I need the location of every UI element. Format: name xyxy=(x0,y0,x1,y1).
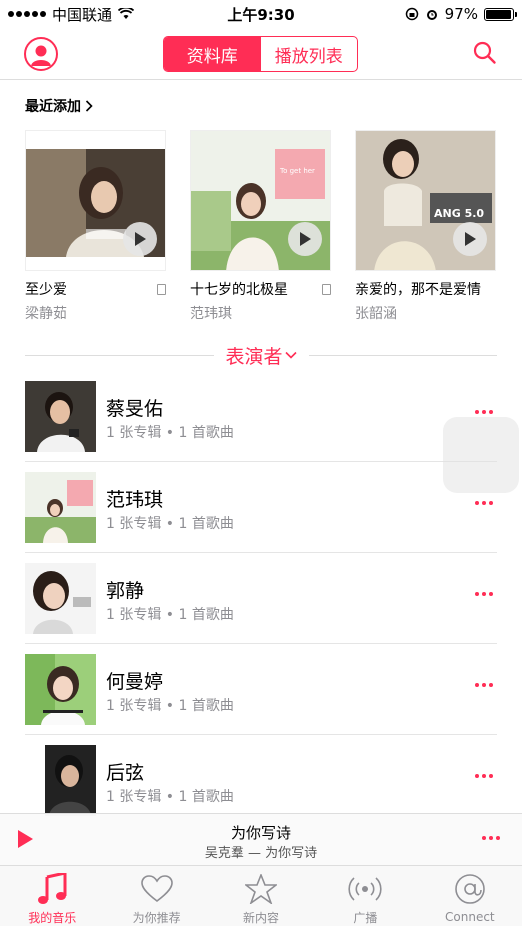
play-album-button[interactable] xyxy=(453,222,487,256)
search-icon xyxy=(473,41,496,64)
status-bar: 中国联通 上午9:30 97% xyxy=(0,0,522,28)
downloaded-icon xyxy=(322,283,331,295)
wifi-icon xyxy=(118,8,135,19)
artist-meta: 1 张专辑 • 1 首歌曲 xyxy=(106,789,234,805)
artist-thumbnail xyxy=(25,654,96,725)
battery-percent: 97% xyxy=(444,5,478,23)
chevron-right-icon xyxy=(85,100,93,112)
artist-thumbnail xyxy=(25,563,96,634)
tab-my-music[interactable]: 我的音乐 xyxy=(0,866,104,926)
search-button[interactable] xyxy=(472,40,498,66)
artist-meta: 1 张专辑 • 1 首歌曲 xyxy=(106,607,234,623)
tab-label: 新内容 xyxy=(243,911,280,925)
album-artist: 梁静茹 xyxy=(25,306,67,322)
chevron-down-icon xyxy=(284,351,297,359)
tab-for-you[interactable]: 为你推荐 xyxy=(104,866,208,926)
tab-label: Connect xyxy=(445,910,495,924)
album-card[interactable]: 至少爱 梁静茹 xyxy=(25,130,166,323)
album-title: 至少爱 xyxy=(25,282,67,298)
artists-sort-dropdown[interactable]: 表演者 xyxy=(214,342,309,369)
navigation-bar: 资料库 播放列表 xyxy=(0,28,522,80)
rotation-lock-icon xyxy=(405,7,418,21)
artist-name: 郭静 xyxy=(106,580,145,602)
album-cover-text: ANG 5.0 xyxy=(434,207,484,220)
more-options-button[interactable] xyxy=(475,410,493,414)
carrier-label: 中国联通 xyxy=(52,5,113,24)
divider xyxy=(25,461,497,462)
segment-library[interactable]: 资料库 xyxy=(164,37,261,71)
divider xyxy=(25,734,497,735)
tab-label: 为你推荐 xyxy=(132,911,181,925)
tab-connect[interactable]: Connect xyxy=(418,866,522,926)
tab-radio[interactable]: 广播 xyxy=(313,866,417,926)
more-options-button[interactable] xyxy=(475,592,493,596)
tab-label: 我的音乐 xyxy=(28,911,77,925)
more-options-button[interactable] xyxy=(475,774,493,778)
artist-name: 范玮琪 xyxy=(106,489,164,511)
divider xyxy=(308,354,498,356)
play-icon xyxy=(300,232,311,246)
divider xyxy=(25,354,214,356)
library-playlist-segmented-control: 资料库 播放列表 xyxy=(163,36,358,72)
at-icon xyxy=(453,872,487,906)
now-playing-subtitle: 吴克羣 — 为你写诗 xyxy=(204,846,318,861)
tab-new[interactable]: 新内容 xyxy=(209,866,313,926)
mini-player[interactable]: 为你写诗 吴克羣 — 为你写诗 xyxy=(0,813,522,865)
heart-icon xyxy=(140,872,174,905)
artists-section-header: 表演者 xyxy=(25,342,498,369)
artists-header-label: 表演者 xyxy=(225,345,283,368)
divider xyxy=(25,643,497,644)
signal-strength-icon xyxy=(8,11,46,17)
play-album-button[interactable] xyxy=(288,222,322,256)
assistive-touch-button[interactable] xyxy=(443,417,519,493)
artist-thumbnail xyxy=(25,472,96,543)
album-cover-text: To get her xyxy=(279,167,315,175)
tab-label: 广播 xyxy=(353,911,378,925)
recently-added-albums: 至少爱 梁静茹 To get her 十七岁的北极星 范玮琪 ANG 5.0 亲… xyxy=(25,130,522,323)
account-avatar-button[interactable] xyxy=(24,37,58,71)
artist-row[interactable]: 郭静 1 张专辑 • 1 首歌曲 xyxy=(25,562,522,653)
radio-icon xyxy=(348,872,383,905)
alarm-icon xyxy=(426,10,437,20)
user-icon xyxy=(31,45,51,66)
music-note-icon xyxy=(35,872,69,905)
play-icon xyxy=(135,232,146,246)
segment-playlists[interactable]: 播放列表 xyxy=(261,37,358,71)
artist-thumbnail xyxy=(25,745,96,816)
album-cover[interactable]: ANG 5.0 xyxy=(355,130,496,271)
recently-added-link[interactable]: 最近添加 xyxy=(25,96,93,116)
play-icon xyxy=(465,232,476,246)
album-title: 十七岁的北极星 xyxy=(190,282,288,298)
play-album-button[interactable] xyxy=(123,222,157,256)
album-card[interactable]: To get her 十七岁的北极星 范玮琪 xyxy=(190,130,331,323)
artist-thumbnail xyxy=(25,381,96,452)
artist-meta: 1 张专辑 • 1 首歌曲 xyxy=(106,516,234,532)
tab-bar: 我的音乐 为你推荐 新内容 广播 Connect xyxy=(0,865,522,926)
album-card[interactable]: ANG 5.0 亲爱的，那不是爱情 张韶涵 xyxy=(355,130,496,323)
artist-name: 后弦 xyxy=(106,762,145,784)
more-options-button[interactable] xyxy=(475,501,493,505)
album-artist: 张韶涵 xyxy=(355,306,397,322)
now-playing-title: 为你写诗 xyxy=(230,824,291,842)
artist-row[interactable]: 何曼婷 1 张专辑 • 1 首歌曲 xyxy=(25,653,522,744)
artist-name: 蔡旻佑 xyxy=(106,398,164,420)
divider xyxy=(25,552,497,553)
album-title: 亲爱的，那不是爱情 xyxy=(355,282,481,298)
recently-added-title: 最近添加 xyxy=(25,99,81,115)
album-artist: 范玮琪 xyxy=(190,306,232,322)
star-icon xyxy=(244,872,278,905)
artist-name: 何曼婷 xyxy=(106,671,164,693)
battery-icon xyxy=(484,7,517,21)
album-cover[interactable]: To get her xyxy=(190,130,331,271)
artist-meta: 1 张专辑 • 1 首歌曲 xyxy=(106,425,234,441)
artist-meta: 1 张专辑 • 1 首歌曲 xyxy=(106,698,234,714)
more-options-button[interactable] xyxy=(475,683,493,687)
album-cover[interactable] xyxy=(25,130,166,271)
more-options-button[interactable] xyxy=(482,836,500,840)
downloaded-icon xyxy=(157,283,166,295)
